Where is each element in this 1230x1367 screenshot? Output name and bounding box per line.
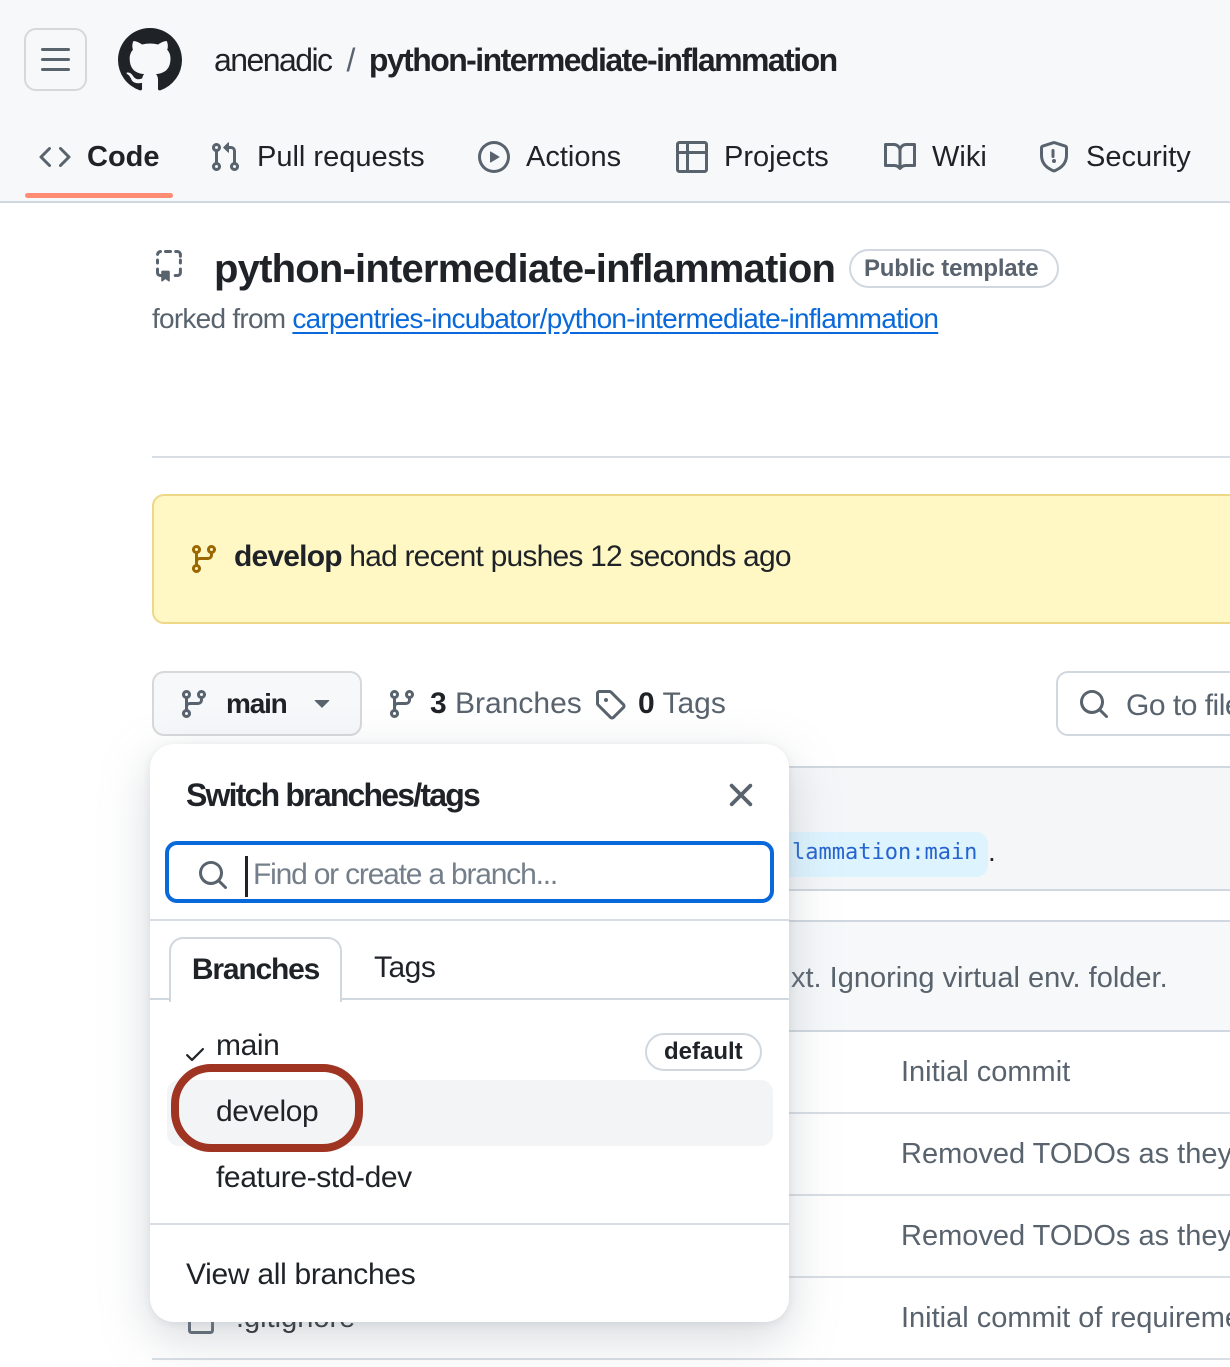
dialog-title: Switch branches/tags [186, 777, 479, 813]
branches-counter[interactable]: 3 Branches [386, 671, 582, 736]
commit-message[interactable]: Initial commit [901, 1056, 1070, 1089]
dialog-footer-divider [150, 1223, 789, 1225]
branch-item-feature-std-dev[interactable]: feature-std-dev [167, 1146, 773, 1212]
search-icon [197, 859, 229, 891]
visibility-badge: Public template [849, 249, 1059, 288]
github-repo-page: anenadic/python-intermediate-inflammatio… [0, 0, 1230, 1367]
tab-tags[interactable]: Tags [374, 937, 435, 1000]
branch-item-develop[interactable]: develop [167, 1080, 773, 1146]
tag-icon [594, 688, 626, 720]
tags-label: Tags [662, 687, 725, 720]
text-cursor [245, 856, 248, 897]
book-icon [884, 141, 916, 173]
git-branch-icon [386, 688, 418, 720]
close-icon[interactable] [721, 775, 761, 815]
tags-count-text: 0 Tags [638, 687, 726, 721]
chevron-down-icon [306, 686, 338, 718]
tab-projects-label: Projects [724, 141, 829, 174]
recent-push-banner: develop had recent pushes 12 seconds ago [152, 494, 1230, 624]
search-icon [1078, 688, 1110, 720]
current-branch-label: main [226, 690, 287, 718]
play-icon [478, 141, 510, 173]
app-header: anenadic/python-intermediate-inflammatio… [0, 0, 1230, 203]
recent-push-message: develop had recent pushes 12 seconds ago [234, 539, 791, 575]
dialog-divider [150, 919, 789, 921]
commit-message[interactable]: Removed TODOs as they [901, 1138, 1230, 1171]
forked-from-link[interactable]: carpentries-incubator/python-intermediat… [292, 303, 938, 334]
tags-counter[interactable]: 0 Tags [594, 671, 726, 736]
breadcrumb-owner[interactable]: anenadic [214, 42, 332, 78]
view-all-branches-link[interactable]: View all branches [186, 1245, 753, 1305]
github-logo[interactable] [118, 28, 182, 92]
branch-name: main [216, 1029, 279, 1063]
git-branch-icon [178, 688, 210, 720]
tab-pull-requests[interactable]: Pull requests [209, 137, 425, 177]
code-icon [39, 141, 71, 173]
tab-wiki-label: Wiki [932, 141, 987, 174]
default-badge: default [645, 1033, 762, 1071]
tab-security[interactable]: Security [1038, 137, 1191, 177]
tab-code[interactable]: Code [39, 137, 160, 177]
page-title[interactable]: python-intermediate-inflammation [214, 245, 835, 293]
git-branch-icon [188, 543, 220, 575]
repo-template-icon [152, 250, 184, 282]
breadcrumb-repo[interactable]: python-intermediate-inflammation [369, 42, 837, 78]
branch-name: feature-std-dev [216, 1161, 412, 1195]
active-tab-underline [25, 193, 173, 198]
tab-wiki[interactable]: Wiki [884, 137, 987, 177]
branches-label: Branches [455, 687, 582, 720]
branch-search-input[interactable]: Find or create a branch... [165, 841, 774, 903]
branch-item-main[interactable]: main default [167, 1014, 773, 1080]
forked-from-line: forked from carpentries-incubator/python… [152, 303, 938, 335]
switch-branches-dialog: Switch branches/tags Find or create a br… [150, 744, 789, 1322]
forked-from-label: forked from [152, 303, 285, 334]
go-to-file-placeholder: Go to file [1126, 689, 1230, 723]
upstream-ref-fragment: lammation:main [792, 837, 977, 869]
tab-actions-label: Actions [526, 141, 621, 174]
branch-name: develop [216, 1095, 318, 1129]
breadcrumb-separator: / [332, 42, 369, 78]
branches-count: 3 [430, 687, 447, 720]
git-pull-request-icon [209, 141, 241, 173]
tab-security-label: Security [1086, 141, 1191, 174]
breadcrumb: anenadic/python-intermediate-inflammatio… [214, 42, 837, 78]
fork-status-period: . [988, 836, 996, 868]
tab-actions[interactable]: Actions [478, 137, 621, 177]
shield-icon [1038, 141, 1070, 173]
tab-pull-requests-label: Pull requests [257, 141, 425, 174]
header-divider [152, 456, 1230, 458]
go-to-file-input[interactable]: Go to file [1056, 671, 1230, 736]
tab-branches[interactable]: Branches [169, 937, 342, 1002]
tab-projects[interactable]: Projects [676, 137, 829, 177]
branches-count-text: 3 Branches [430, 687, 582, 721]
latest-commit-message[interactable]: xt. Ignoring virtual env. folder. [791, 962, 1168, 995]
tab-code-label: Code [87, 141, 160, 174]
hamburger-icon [41, 48, 70, 72]
check-icon [183, 1042, 207, 1066]
branch-search-placeholder: Find or create a branch... [253, 858, 557, 892]
table-icon [676, 141, 708, 173]
hamburger-menu-button[interactable] [24, 28, 87, 91]
branch-selector-button[interactable]: main [152, 671, 362, 736]
tags-count: 0 [638, 687, 655, 720]
recent-push-message-text: had recent pushes 12 seconds ago [342, 540, 791, 573]
commit-message[interactable]: Removed TODOs as they [901, 1220, 1230, 1253]
commit-message[interactable]: Initial commit of requireme [901, 1302, 1230, 1335]
recent-push-branch: develop [234, 540, 342, 573]
